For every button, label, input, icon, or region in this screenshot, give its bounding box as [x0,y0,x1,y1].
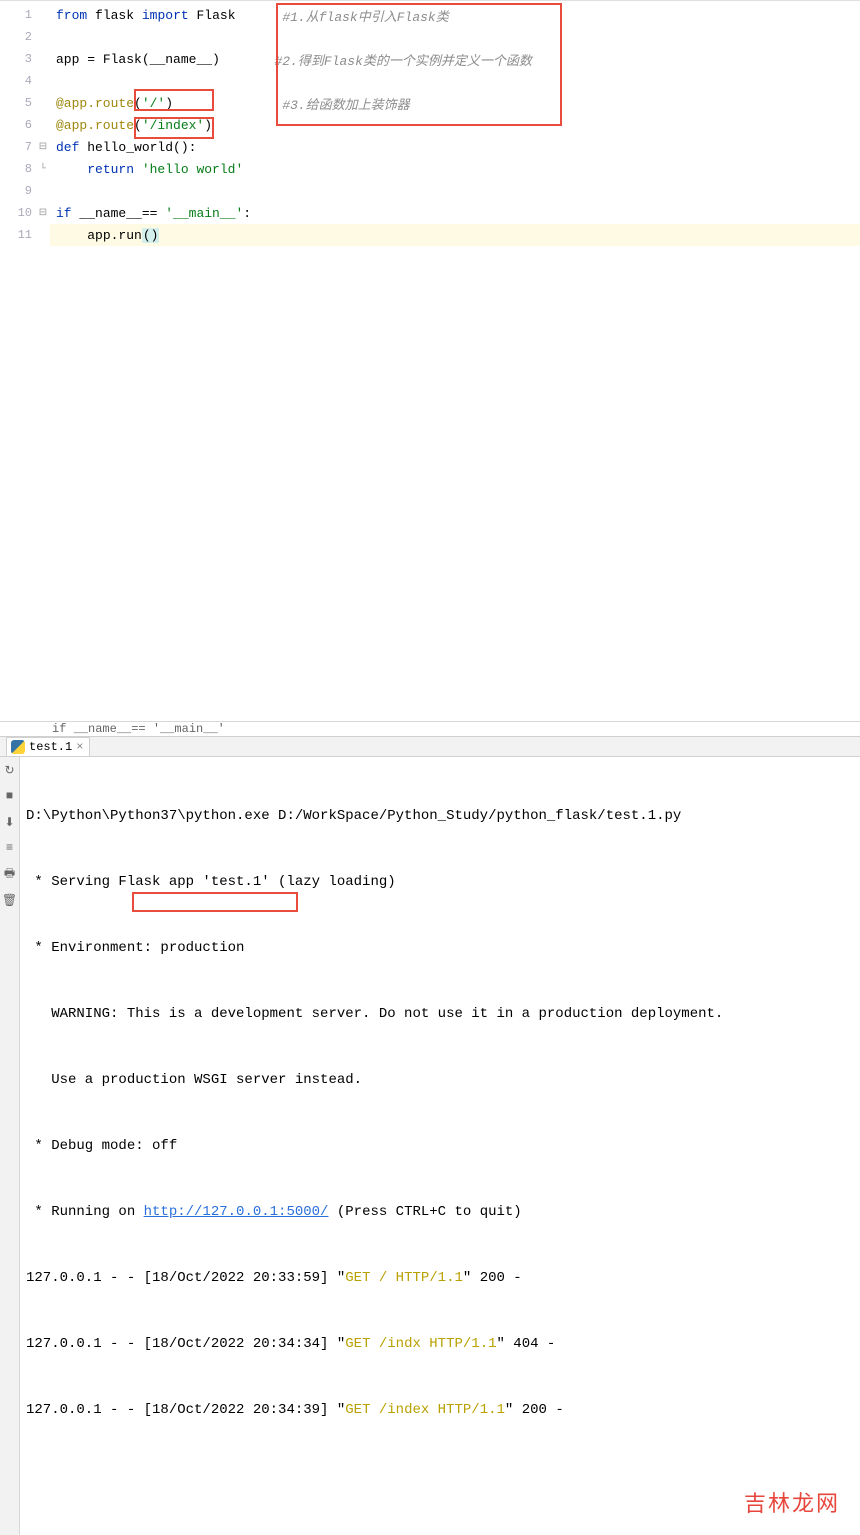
filter-icon[interactable]: ≡ [3,841,17,855]
fold-end-icon: └ [36,158,50,180]
line-number-gutter: 1 2 3 4 5 6 7 8 9 10 11 [0,1,36,721]
console-line: * Running on http://127.0.0.1:5000/ (Pre… [26,1201,854,1223]
code-line: @app.route('/index') [50,114,860,136]
console-log-line: 127.0.0.1 - - [18/Oct/2022 20:34:34] "GE… [26,1333,854,1355]
annotation-box [132,892,298,912]
down-icon[interactable]: ⬇ [3,815,17,829]
code-line: @app.route('/') #3.给函数加上装饰器 [50,92,860,114]
console-toolbar: ↻ ■ ⬇ ≡ 🖶 🗑 [0,757,20,1535]
print-icon[interactable]: 🖶 [3,867,17,881]
line-number: 9 [0,180,36,202]
trash-icon[interactable]: 🗑 [3,893,17,907]
line-number: 4 [0,70,36,92]
line-number: 5 [0,92,36,114]
code-line: app = Flask(__name__) #2.得到Flask类的一个实例并定… [50,48,860,70]
code-line: def hello_world(): [50,136,860,158]
comment: #2.得到Flask类的一个实例并定义一个函数 [274,50,531,69]
code-area[interactable]: from flask import Flask #1.从flask中引入Flas… [50,1,860,721]
breadcrumb[interactable]: if __name__== '__main__' [0,721,860,736]
code-line [50,26,860,48]
line-number: 7 [0,136,36,158]
code-line-active: app.run() [50,224,860,246]
console-line: * Environment: production [26,937,854,959]
code-line: if __name__== '__main__': [50,202,860,224]
console-line: * Debug mode: off [26,1135,854,1157]
code-editor[interactable]: 1 2 3 4 5 6 7 8 9 10 11 ⊟ └ ⊟ from flask… [0,1,860,721]
fold-icon[interactable]: ⊟ [36,202,50,224]
console-output[interactable]: D:\Python\Python37\python.exe D:/WorkSpa… [20,757,860,1535]
console-log-line: 127.0.0.1 - - [18/Oct/2022 20:34:39] "GE… [26,1399,854,1421]
line-number: 2 [0,26,36,48]
code-line [50,180,860,202]
code-line: from flask import Flask #1.从flask中引入Flas… [50,4,860,26]
line-number: 8 [0,158,36,180]
line-number: 10 [0,202,36,224]
close-icon[interactable]: × [76,740,83,754]
console-line: * Serving Flask app 'test.1' (lazy loadi… [26,871,854,893]
fold-icon[interactable]: ⊟ [36,136,50,158]
run-tab-bar: test.1 × [0,736,860,757]
line-number: 6 [0,114,36,136]
comment: #1.从flask中引入Flask类 [282,6,448,25]
comment: #3.给函数加上装饰器 [282,94,409,113]
line-number: 11 [0,224,36,246]
tab-test1[interactable]: test.1 × [6,737,90,756]
fold-column: ⊟ └ ⊟ [36,1,50,721]
console-line: D:\Python\Python37\python.exe D:/WorkSpa… [26,805,854,827]
console-panel: ↻ ■ ⬇ ≡ 🖶 🗑 D:\Python\Python37\python.ex… [0,757,860,1535]
rerun-icon[interactable]: ↻ [3,763,17,777]
stop-icon[interactable]: ■ [3,789,17,803]
line-number: 3 [0,48,36,70]
console-log-line: 127.0.0.1 - - [18/Oct/2022 20:33:59] "GE… [26,1267,854,1289]
watermark: 吉林龙网 [744,1493,840,1515]
python-file-icon [11,740,25,754]
code-line [50,70,860,92]
code-line: return 'hello world' [50,158,860,180]
line-number: 1 [0,4,36,26]
server-url-link[interactable]: http://127.0.0.1:5000/ [144,1204,329,1220]
console-line: WARNING: This is a development server. D… [26,1003,854,1025]
console-line: Use a production WSGI server instead. [26,1069,854,1091]
tab-label: test.1 [29,740,72,754]
